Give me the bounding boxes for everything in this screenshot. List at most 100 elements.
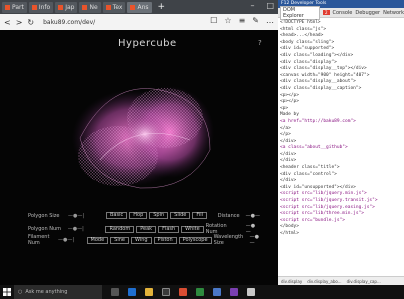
app-icon[interactable] <box>230 288 238 296</box>
search-placeholder: Ask me anything <box>25 289 68 295</box>
breadcrumb-item[interactable]: div.display <box>281 279 302 284</box>
store-icon[interactable] <box>162 288 170 296</box>
control-slider[interactable]: —●—| <box>68 213 106 219</box>
dom-node[interactable]: <header class="title"> <box>280 165 404 172</box>
maximize-icon[interactable]: □ <box>266 1 274 10</box>
dom-node[interactable]: </body> <box>280 224 404 231</box>
browser-window: Part Info Jap Ne Tex Ans + – □ < > ↻ baku89.co… <box>0 0 278 285</box>
tab-favicon-icon <box>31 4 37 10</box>
devtools-tab[interactable]: Network <box>383 10 404 16</box>
browser-tools: ☐ ☆ ≡ ✎ … <box>210 16 274 25</box>
new-tab-button[interactable]: + <box>158 2 166 12</box>
explorer-icon[interactable] <box>145 288 153 296</box>
reading-view-icon[interactable]: ☐ <box>210 16 217 25</box>
app-icon[interactable] <box>179 288 187 296</box>
more-icon[interactable]: … <box>266 16 274 25</box>
start-button[interactable] <box>0 285 14 299</box>
browser-tab[interactable]: Jap <box>55 1 78 13</box>
mode-button[interactable]: Wing <box>130 236 152 244</box>
devtools-tab[interactable]: Debugger <box>355 10 380 16</box>
notes-icon[interactable]: ✎ <box>252 16 259 25</box>
hub-icon[interactable]: ≡ <box>239 16 246 25</box>
window-controls: – □ <box>250 1 274 10</box>
tab-bar: Part Info Jap Ne Tex Ans + <box>0 0 278 14</box>
control-label: Polygon Num <box>28 226 62 232</box>
mode-button[interactable]: Flash <box>158 225 180 233</box>
app-icon[interactable] <box>196 288 204 296</box>
dom-breadcrumb: div.display div.display_abo... div.display… <box>278 276 404 285</box>
mode-button[interactable]: Sine <box>110 236 129 244</box>
control-label: Polygon Size <box>28 212 60 219</box>
favorite-star-icon[interactable]: ☆ <box>224 16 231 25</box>
dom-node[interactable]: <div id="supported"> <box>280 46 404 53</box>
control-slider[interactable]: —●—| <box>58 237 87 243</box>
devtools-tab[interactable]: DOM Explorer <box>280 5 320 20</box>
minimize-icon[interactable]: – <box>250 1 254 10</box>
mode-button[interactable]: Piston <box>153 236 177 244</box>
dom-node[interactable]: <!DOCTYPE html> <box>280 20 404 27</box>
mode-button[interactable]: Polyscope <box>178 236 212 244</box>
control-slider[interactable]: —●— <box>250 234 260 246</box>
breadcrumb-item[interactable]: div.display_abo... <box>307 279 341 284</box>
mode-button[interactable]: Hop <box>129 212 148 219</box>
dom-node[interactable]: <div class="display__top"></div> <box>280 66 404 73</box>
hypercube-canvas[interactable] <box>40 60 250 210</box>
dom-node[interactable]: </a> <box>280 126 404 133</box>
dom-node[interactable]: <a class="about__github"> <box>280 145 404 152</box>
control-row: Filament Num —●—| Mode Sine Wing Piston Polysc… <box>28 234 260 246</box>
dom-node[interactable]: </p> <box>280 132 404 139</box>
back-icon[interactable]: < <box>4 18 11 27</box>
tab-favicon-icon <box>105 4 111 10</box>
dom-node[interactable]: <p></p> <box>280 99 404 106</box>
mode-button[interactable]: Spin <box>149 212 169 219</box>
forward-icon[interactable]: > <box>16 18 23 27</box>
control-label: Distance <box>217 212 240 219</box>
app-icon[interactable] <box>247 288 255 296</box>
refresh-icon[interactable]: ↻ <box>27 18 34 27</box>
dom-node[interactable]: <div class="display__about"> <box>280 79 404 86</box>
browser-tab[interactable]: Ne <box>79 1 101 13</box>
dom-node[interactable]: Made by <box>280 112 404 119</box>
control-row: Polygon Size —●—| Basic Hop Spin Slide Fill Dis… <box>28 212 260 219</box>
control-slider[interactable]: —●— <box>246 213 260 219</box>
control-slider[interactable]: —●—| <box>68 226 106 232</box>
tab-favicon-icon <box>5 4 10 10</box>
browser-tab[interactable]: Tex <box>102 1 126 13</box>
tab-label: Jap <box>65 3 75 11</box>
url-input[interactable]: baku89.com/dev/ <box>43 19 95 26</box>
dom-node[interactable]: <div class="display__caption"> <box>280 86 404 93</box>
dom-node[interactable]: <script src="lib/three.min.js"> <box>280 211 404 218</box>
browser-tab[interactable]: Part <box>2 1 27 13</box>
help-button[interactable]: ? <box>258 39 262 47</box>
mode-button[interactable]: White <box>181 225 204 233</box>
edge-icon[interactable] <box>128 288 136 296</box>
dom-node[interactable]: </html> <box>280 231 404 238</box>
mode-button[interactable]: Peak <box>136 225 157 233</box>
dom-node[interactable]: <div class="control"> <box>280 172 404 179</box>
devtools-tab[interactable]: Console <box>333 10 353 16</box>
browser-tab[interactable]: Info <box>28 1 54 13</box>
control-right: Distance —●— <box>218 213 260 219</box>
tab-label: Tex <box>112 3 123 11</box>
dom-node[interactable]: <div class="loading"></div> <box>280 53 404 60</box>
taskbar-search[interactable]: ○ Ask me anything <box>14 285 102 299</box>
devtools-panel: F12 Developer Tools DOM Explorer 2 Console… <box>278 0 404 285</box>
mode-button[interactable]: Mode <box>86 236 109 244</box>
mode-button[interactable]: Fill <box>192 212 208 219</box>
search-icon: ○ <box>18 289 23 295</box>
mode-button[interactable]: Random <box>105 225 135 233</box>
dom-node[interactable]: </div> <box>280 178 404 185</box>
app-icon[interactable] <box>213 288 221 296</box>
mode-button[interactable]: Slide <box>170 212 191 219</box>
dom-node[interactable]: </div> <box>280 152 404 159</box>
breadcrumb-item[interactable]: div.display_cap... <box>347 279 381 284</box>
dom-node[interactable]: <script src="lib/jquery.transit.js"> <box>280 198 404 205</box>
task-view-icon[interactable] <box>111 288 119 296</box>
mode-button[interactable]: Basic <box>106 212 128 219</box>
web-page: Hypercube ? Polygon Size —●—| Basic Hop … <box>0 30 278 285</box>
browser-tab[interactable]: Ans <box>127 1 152 13</box>
dom-node[interactable]: <a href="http://baku89.com"> <box>280 119 404 126</box>
windows-logo-icon <box>3 288 11 296</box>
dom-node[interactable]: <head>...</head> <box>280 33 404 40</box>
address-bar: < > ↻ baku89.com/dev/ ☐ ☆ ≡ ✎ … <box>0 14 278 30</box>
